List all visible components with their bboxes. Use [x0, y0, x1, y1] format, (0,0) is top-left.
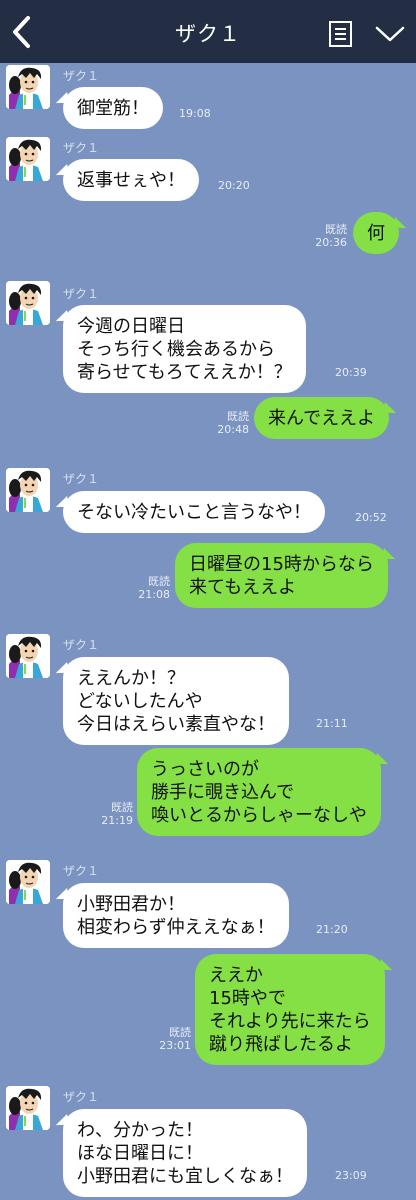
message-bubble[interactable]: 小野田君か！ 相変わらず仲ええなぁ！ — [63, 883, 289, 948]
message-time: 23:01 — [159, 1039, 191, 1052]
sender-name: ザク１ — [63, 141, 100, 155]
message-time: 21:08 — [138, 588, 170, 601]
avatar-icon — [6, 860, 50, 904]
avatar[interactable] — [6, 860, 50, 904]
note-list-icon — [329, 21, 352, 47]
avatar[interactable] — [6, 65, 50, 109]
message-bubble[interactable]: 日曜昼の15時からなら 来てもええよ — [175, 543, 388, 608]
message-time: 20:36 — [315, 236, 347, 249]
avatar-icon — [6, 1086, 50, 1130]
avatar[interactable] — [6, 468, 50, 512]
message-time: 21:20 — [316, 923, 348, 936]
sender-name: ザク１ — [63, 69, 100, 83]
sender-name: ザク１ — [63, 864, 100, 878]
message-bubble[interactable]: 今週の日曜日 そっち行く機会あるから 寄らせてもろてええか！？ — [63, 305, 306, 393]
message-time: 23:09 — [335, 1169, 367, 1182]
chat-header: ザク１ — [0, 0, 416, 63]
avatar[interactable] — [6, 634, 50, 678]
read-receipt: 既読 21:08 — [120, 575, 170, 601]
message-bubble[interactable]: ええか 15時やで それより先に来たら 蹴り飛ばしたるよ — [195, 954, 385, 1065]
read-receipt: 既読 20:48 — [200, 410, 249, 436]
avatar[interactable] — [6, 281, 50, 325]
avatar[interactable] — [6, 1086, 50, 1130]
message-time: 21:19 — [101, 814, 133, 827]
read-label: 既読 — [169, 1026, 191, 1039]
message-bubble[interactable]: そない冷たいこと言うなや！ — [63, 491, 325, 533]
read-receipt: 既読 21:19 — [80, 801, 133, 827]
message-time: 20:52 — [355, 511, 387, 524]
read-label: 既読 — [111, 801, 133, 814]
message-bubble[interactable]: 返事せぇや！ — [63, 159, 199, 201]
read-label: 既読 — [148, 575, 170, 588]
avatar-icon — [6, 65, 50, 109]
avatar-icon — [6, 281, 50, 325]
message-bubble[interactable]: 何 — [353, 212, 399, 254]
message-time: 20:48 — [217, 423, 249, 436]
sender-name: ザク１ — [63, 472, 100, 486]
message-bubble[interactable]: うっさいのが 勝手に覗き込んで 喚いとるからしゃーなしや — [137, 748, 381, 836]
message-bubble[interactable]: ええんか！？ どないしたんや 今日はえらい素直やな！ — [63, 657, 289, 745]
message-time: 20:39 — [335, 366, 367, 379]
note-button[interactable] — [328, 20, 354, 48]
read-receipt: 既読 20:36 — [300, 223, 347, 249]
avatar-icon — [6, 137, 50, 181]
read-receipt: 既読 23:01 — [145, 1026, 191, 1052]
message-bubble[interactable]: わ、分かった！ ほな日曜日に！ 小野田君にも宜しくなぁ！ — [63, 1109, 307, 1197]
message-time: 19:08 — [179, 107, 211, 120]
sender-name: ザク１ — [63, 638, 100, 652]
message-bubble[interactable]: 御堂筋！ — [63, 87, 163, 129]
sender-name: ザク１ — [63, 287, 100, 301]
avatar[interactable] — [6, 137, 50, 181]
message-time: 20:20 — [218, 179, 250, 192]
message-bubble[interactable]: 来んでええよ — [254, 397, 390, 439]
avatar-icon — [6, 634, 50, 678]
menu-toggle-button[interactable] — [374, 24, 406, 44]
read-label: 既読 — [227, 410, 249, 423]
chevron-down-icon — [375, 26, 405, 42]
message-time: 21:11 — [316, 717, 348, 730]
read-label: 既読 — [325, 223, 347, 236]
sender-name: ザク１ — [63, 1090, 100, 1104]
avatar-icon — [6, 468, 50, 512]
message-list[interactable]: ザク１ 御堂筋！ 19:08 ザク１ 返事せぇや！ 20:20 既読 20:36… — [0, 63, 416, 1200]
